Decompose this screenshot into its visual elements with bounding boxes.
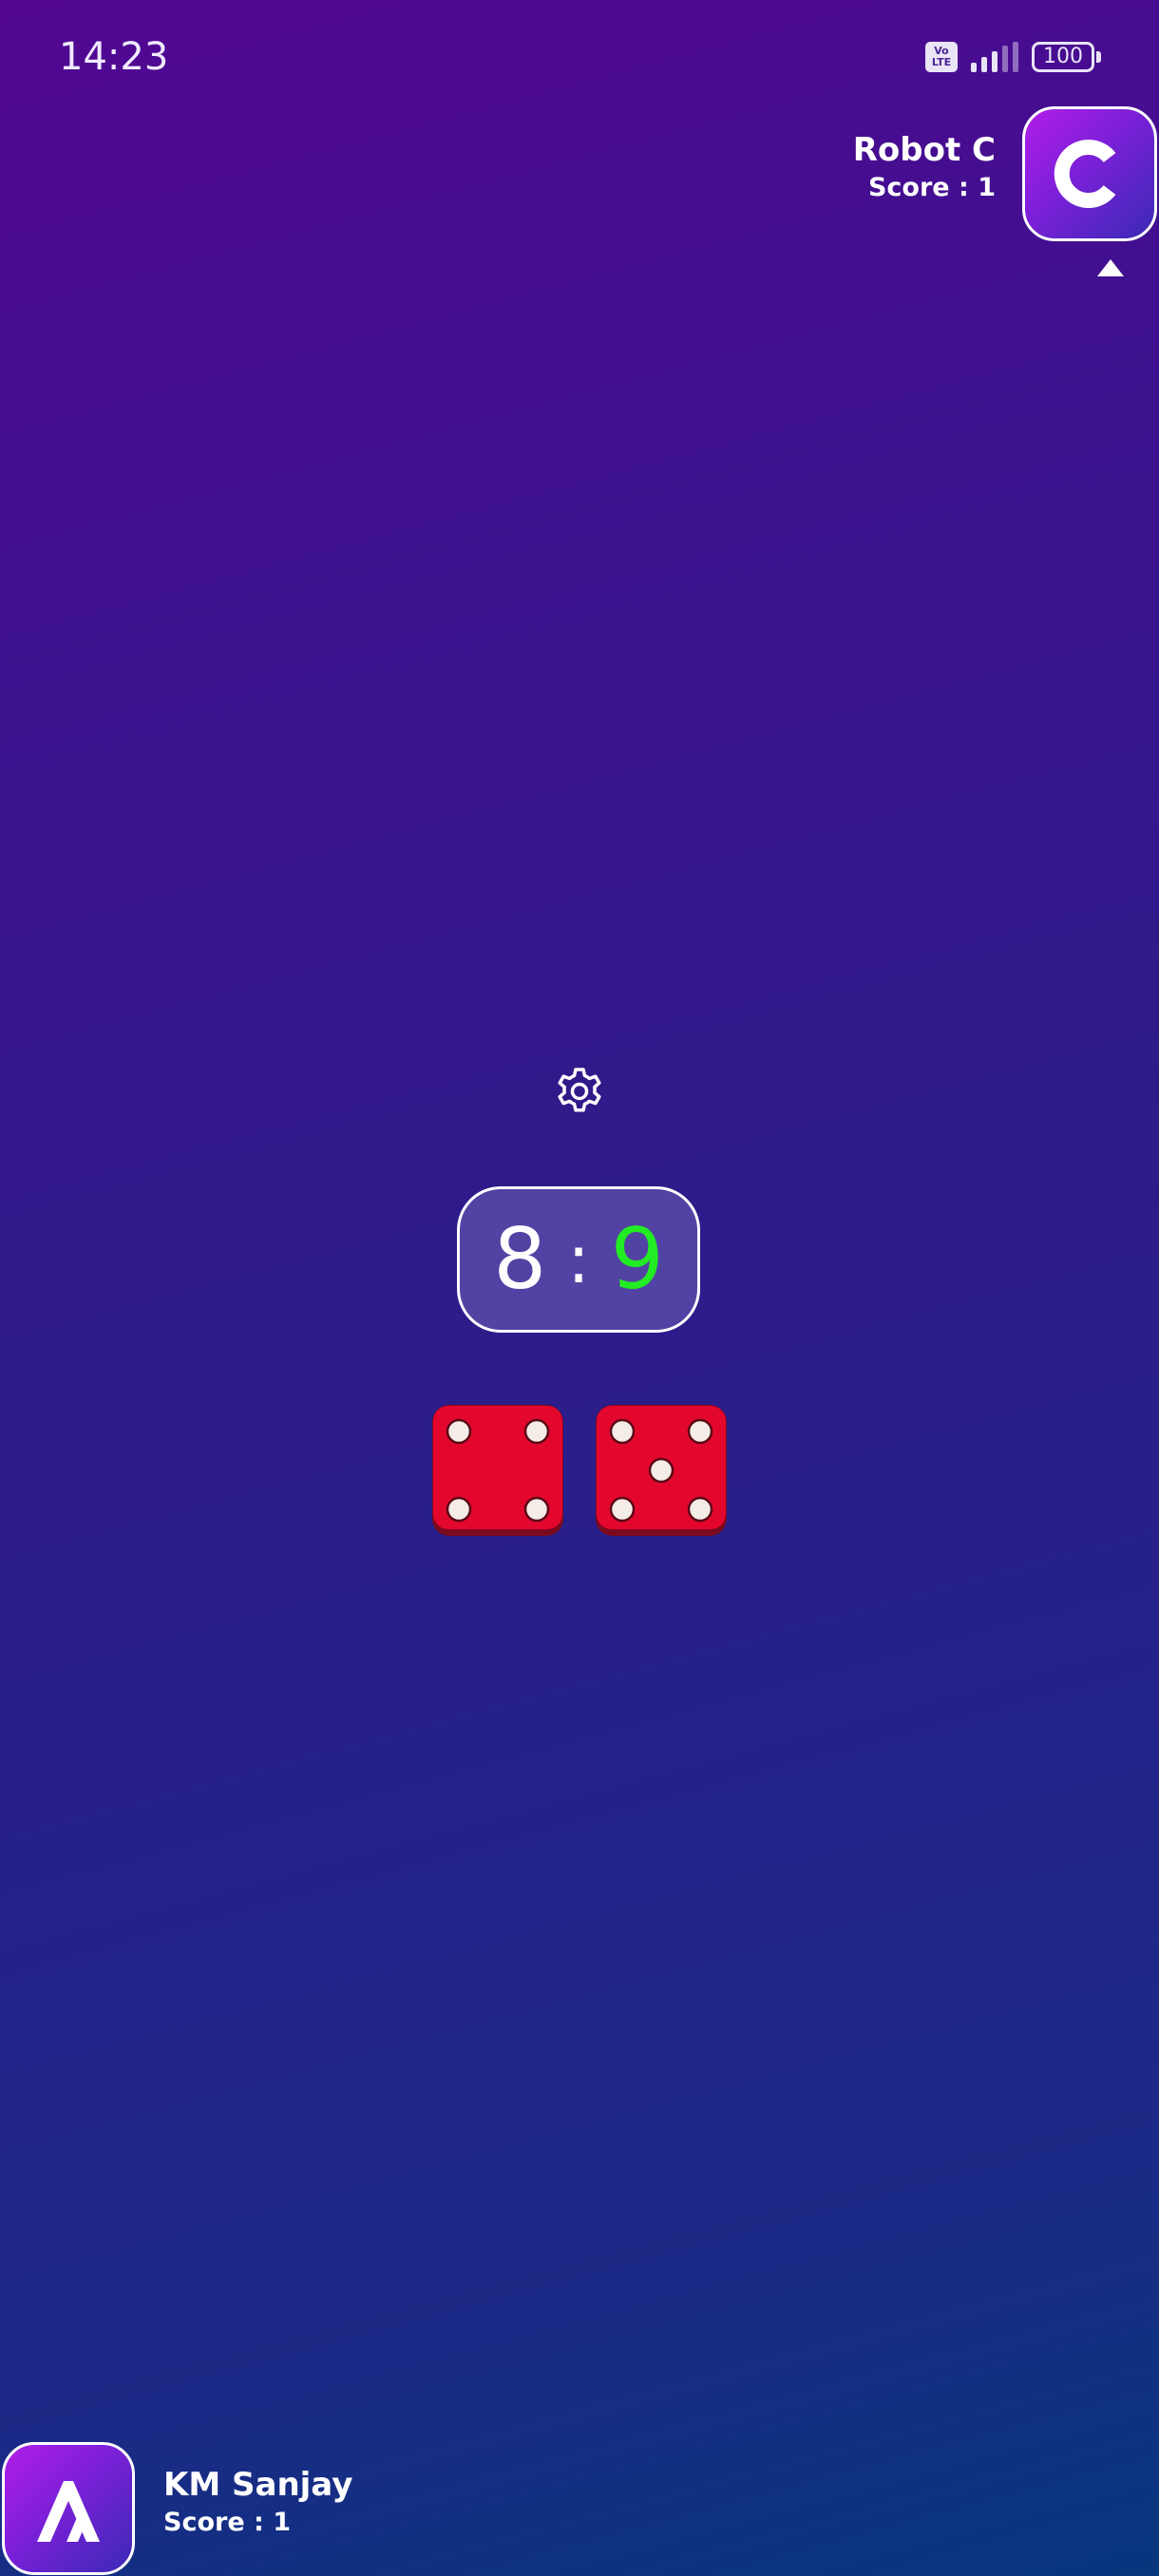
letter-c-icon: [1054, 140, 1116, 208]
die-1[interactable]: [429, 1402, 566, 1539]
volte-icon: Vo LTE: [925, 42, 958, 72]
status-time: 14:23: [59, 35, 169, 79]
score-separator: :: [567, 1221, 590, 1298]
opponent-avatar[interactable]: [1022, 106, 1157, 241]
die-2[interactable]: [593, 1402, 730, 1539]
scoreboard: 8 : 9: [457, 1186, 700, 1333]
player-info: KM Sanjay Score : 1: [163, 2464, 352, 2540]
player-name: KM Sanjay: [163, 2466, 353, 2504]
die-five-icon: [596, 1405, 727, 1536]
score-left: 8: [493, 1210, 547, 1308]
die-four-icon: [432, 1405, 563, 1536]
settings-button[interactable]: [554, 1066, 605, 1117]
signal-icon: [971, 42, 1018, 72]
battery-icon: 100: [1032, 42, 1101, 72]
player-score: Score : 1: [163, 2508, 292, 2537]
battery-level: 100: [1043, 45, 1083, 68]
turn-indicator-icon: [1097, 259, 1124, 276]
opponent-info: Robot C Score : 1: [853, 129, 996, 205]
opponent-name: Robot C: [852, 131, 996, 169]
opponent-score: Score : 1: [867, 173, 996, 202]
stylized-a-icon: [37, 2481, 100, 2542]
player-avatar[interactable]: [2, 2442, 135, 2575]
volte-bottom-label: LTE: [931, 56, 952, 68]
gear-icon: [558, 1068, 601, 1112]
status-icons: Vo LTE 100: [925, 38, 1101, 76]
score-right: 9: [610, 1210, 664, 1308]
